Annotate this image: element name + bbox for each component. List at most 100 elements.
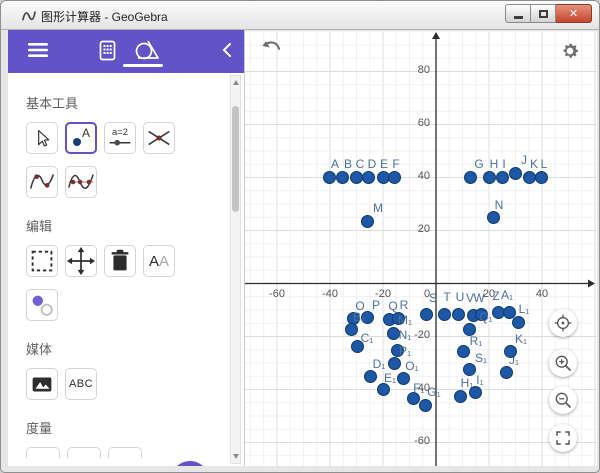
graph-point-label-R₁: R₁ [470, 334, 483, 348]
graph-point-label-H: H [490, 157, 499, 171]
sidebar-scrollbar[interactable] [230, 75, 241, 464]
graph-point-D[interactable] [362, 171, 375, 184]
graphics-view[interactable]: -60-40-200204080604020-20-40-60 ABCDEFGH… [245, 31, 597, 466]
tool-roots-button[interactable] [65, 166, 97, 198]
graph-point-label-F: F [392, 157, 399, 171]
graph-point-K₁[interactable] [504, 345, 517, 358]
graph-point-F[interactable] [388, 171, 401, 184]
graph-point-label-M₁: M₁ [398, 313, 412, 327]
graph-point-label-G₁: G₁ [427, 385, 440, 399]
tool-point-button[interactable]: A [65, 122, 97, 154]
y-axis-tick-label: 60 [392, 117, 430, 129]
fullscreen-corners-icon [554, 429, 572, 447]
graph-point-label-P₁: P₁ [399, 344, 411, 358]
move-mode-fab[interactable] [171, 461, 209, 466]
chevron-left-icon [222, 42, 232, 58]
graph-point-label-U: U [456, 290, 465, 304]
fullscreen-button[interactable] [549, 424, 577, 452]
undo-button[interactable] [260, 38, 284, 62]
text-style-label: A [149, 253, 159, 270]
graph-point-H₁[interactable] [454, 390, 467, 403]
y-axis-tick-label: -60 [392, 435, 430, 447]
tool-area-button[interactable] [108, 447, 142, 458]
standard-view-button[interactable] [549, 309, 577, 337]
tool-text-button[interactable]: ABC [65, 368, 97, 400]
graph-point-N[interactable] [487, 211, 500, 224]
graph-point-I₁[interactable] [469, 386, 482, 399]
graph-point-J[interactable] [509, 167, 522, 180]
graph-point-S[interactable] [420, 308, 433, 321]
graph-point-T[interactable] [438, 308, 451, 321]
tool-select-button[interactable] [26, 122, 58, 154]
tool-show-hide-object-button[interactable] [26, 289, 58, 321]
graph-point-S₁[interactable] [463, 363, 476, 376]
section-title-media: 媒体 [26, 339, 244, 358]
title-bar: 图形计算器 - GeoGebra ✕ [1, 1, 599, 30]
window-title: 图形计算器 - GeoGebra [41, 8, 168, 25]
graph-point-U[interactable] [452, 308, 465, 321]
section-title-measure: 度量 [26, 418, 244, 437]
tab-algebra-calculator[interactable] [92, 30, 122, 73]
menu-button[interactable] [20, 30, 56, 73]
graph-point-G₁[interactable] [419, 399, 432, 412]
tool-image-button[interactable] [26, 368, 58, 400]
graph-point-label-N: N [495, 198, 504, 212]
active-tab-indicator [123, 64, 163, 67]
graph-point-K[interactable] [523, 171, 536, 184]
graph-point-H[interactable] [483, 171, 496, 184]
graph-point-J₁[interactable] [500, 366, 513, 379]
graph-point-P₁[interactable] [388, 357, 401, 370]
tool-extremum-button[interactable] [26, 166, 58, 198]
graph-point-label-G: G [474, 157, 483, 171]
zoom-out-button[interactable] [549, 386, 577, 414]
close-button[interactable]: ✕ [556, 4, 592, 23]
scroll-up-icon[interactable] [233, 80, 239, 85]
undo-arrow-icon [261, 38, 283, 60]
graph-point-O₁[interactable] [397, 372, 410, 385]
scrollbar-thumb[interactable] [232, 106, 239, 212]
abc-label: ABC [69, 378, 93, 390]
svg-text:a=2: a=2 [112, 127, 128, 137]
scroll-down-icon[interactable] [233, 454, 239, 459]
geometry-icon [134, 39, 160, 61]
graph-point-label-B₁: B₁ [353, 310, 365, 324]
tool-intersect-button[interactable] [143, 122, 175, 154]
graph-point-label-I₁: I₁ [476, 373, 483, 387]
tool-angle-button[interactable] [26, 447, 60, 458]
graph-point-M[interactable] [361, 215, 374, 228]
move-arrows-icon [66, 246, 96, 276]
tool-delete-button[interactable] [104, 245, 136, 277]
x-axis-tick-label: 40 [527, 288, 557, 300]
maximize-icon [539, 10, 548, 18]
tool-slider-button[interactable]: a=2 [104, 122, 136, 154]
tool-distance-button[interactable] [67, 447, 101, 458]
graph-point-B[interactable] [336, 171, 349, 184]
tool-text-style-button[interactable]: AA [143, 245, 175, 277]
graph-point-G[interactable] [464, 171, 477, 184]
target-icon [553, 313, 573, 333]
graph-point-C[interactable] [350, 171, 363, 184]
graph-point-L₁[interactable] [512, 316, 525, 329]
minimize-button[interactable] [505, 4, 531, 23]
graph-point-I[interactable] [496, 171, 509, 184]
graph-point-B₁[interactable] [345, 323, 358, 336]
graph-point-label-L₁: L₁ [519, 302, 530, 316]
tool-select-rectangle-button[interactable] [26, 245, 58, 277]
graph-point-D₁[interactable] [364, 370, 377, 383]
graph-point-label-Q: Q [388, 299, 397, 313]
tool-move-button[interactable] [65, 245, 97, 277]
collapse-sidebar-button[interactable] [212, 30, 242, 73]
zoom-in-button[interactable] [549, 349, 577, 377]
magnifier-plus-icon [553, 353, 573, 373]
app-window: 图形计算器 - GeoGebra ✕ [0, 0, 600, 473]
curve-roots-icon [66, 167, 96, 197]
point-letter: A [82, 126, 90, 140]
maximize-button[interactable] [531, 4, 556, 23]
graph-point-R₁[interactable] [457, 345, 470, 358]
x-axis-tick-label: 0 [412, 288, 442, 300]
settings-button[interactable] [558, 40, 582, 64]
graph-point-M₁[interactable] [387, 327, 400, 340]
graph-point-label-D: D [368, 157, 377, 171]
graph-point-A[interactable] [323, 171, 336, 184]
graph-point-L[interactable] [535, 171, 548, 184]
